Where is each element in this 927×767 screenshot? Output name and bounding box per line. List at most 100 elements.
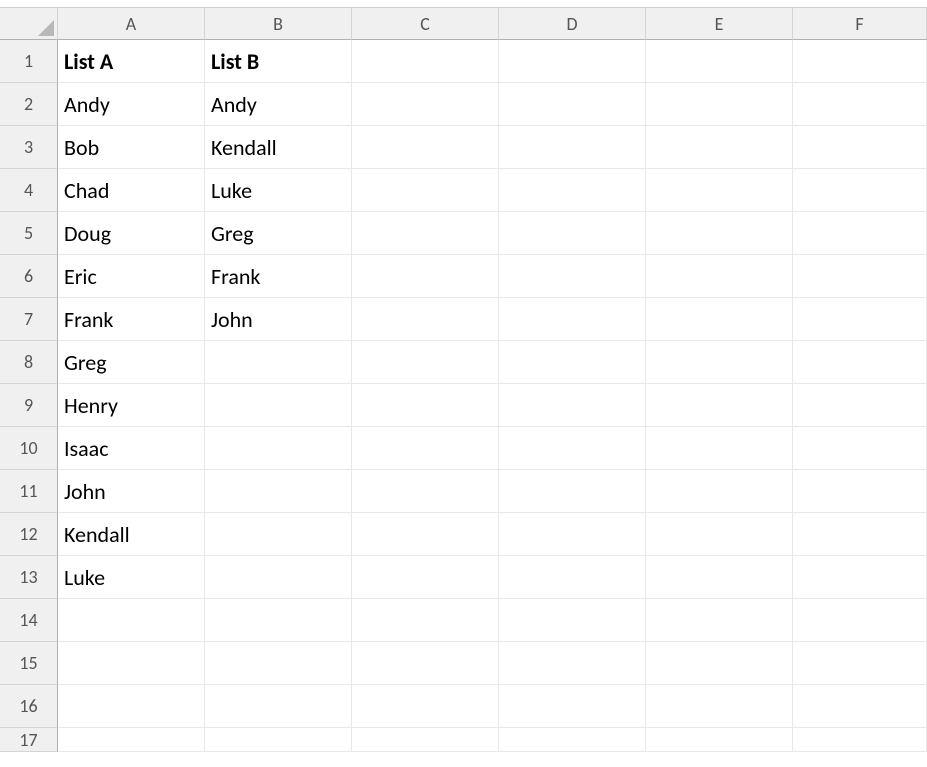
cell-a16[interactable] (58, 685, 205, 728)
cell-e8[interactable] (646, 341, 793, 384)
cell-a15[interactable] (58, 642, 205, 685)
cell-f1[interactable] (793, 40, 927, 83)
cell-c5[interactable] (352, 212, 499, 255)
cell-f8[interactable] (793, 341, 927, 384)
row-header-4[interactable]: 4 (0, 169, 58, 212)
cell-e14[interactable] (646, 599, 793, 642)
cell-f4[interactable] (793, 169, 927, 212)
cell-e4[interactable] (646, 169, 793, 212)
row-header-16[interactable]: 16 (0, 685, 58, 728)
cell-f11[interactable] (793, 470, 927, 513)
cell-b14[interactable] (205, 599, 352, 642)
row-header-10[interactable]: 10 (0, 427, 58, 470)
row-header-9[interactable]: 9 (0, 384, 58, 427)
cell-d11[interactable] (499, 470, 646, 513)
cell-c2[interactable] (352, 83, 499, 126)
cell-e13[interactable] (646, 556, 793, 599)
cell-a12[interactable]: Kendall (58, 513, 205, 556)
cell-b13[interactable] (205, 556, 352, 599)
cell-e12[interactable] (646, 513, 793, 556)
cell-e6[interactable] (646, 255, 793, 298)
column-header-d[interactable]: D (499, 8, 646, 40)
cell-b16[interactable] (205, 685, 352, 728)
row-header-17[interactable]: 17 (0, 728, 58, 752)
cell-d14[interactable] (499, 599, 646, 642)
cell-e11[interactable] (646, 470, 793, 513)
cell-d17[interactable] (499, 728, 646, 752)
cell-f13[interactable] (793, 556, 927, 599)
cell-e7[interactable] (646, 298, 793, 341)
cell-e17[interactable] (646, 728, 793, 752)
cell-d6[interactable] (499, 255, 646, 298)
cell-e16[interactable] (646, 685, 793, 728)
cell-d12[interactable] (499, 513, 646, 556)
cell-d5[interactable] (499, 212, 646, 255)
cell-f2[interactable] (793, 83, 927, 126)
row-header-2[interactable]: 2 (0, 83, 58, 126)
cell-a8[interactable]: Greg (58, 341, 205, 384)
column-header-c[interactable]: C (352, 8, 499, 40)
row-header-13[interactable]: 13 (0, 556, 58, 599)
cell-b12[interactable] (205, 513, 352, 556)
cell-f7[interactable] (793, 298, 927, 341)
cell-e1[interactable] (646, 40, 793, 83)
cell-d13[interactable] (499, 556, 646, 599)
cell-d4[interactable] (499, 169, 646, 212)
row-header-5[interactable]: 5 (0, 212, 58, 255)
cell-a17[interactable] (58, 728, 205, 752)
cell-c6[interactable] (352, 255, 499, 298)
cell-b6[interactable]: Frank (205, 255, 352, 298)
row-header-12[interactable]: 12 (0, 513, 58, 556)
cell-d16[interactable] (499, 685, 646, 728)
cell-b5[interactable]: Greg (205, 212, 352, 255)
row-header-15[interactable]: 15 (0, 642, 58, 685)
cell-c7[interactable] (352, 298, 499, 341)
row-header-14[interactable]: 14 (0, 599, 58, 642)
cell-f10[interactable] (793, 427, 927, 470)
cell-d7[interactable] (499, 298, 646, 341)
cell-f16[interactable] (793, 685, 927, 728)
cell-f14[interactable] (793, 599, 927, 642)
cell-b17[interactable] (205, 728, 352, 752)
cell-a4[interactable]: Chad (58, 169, 205, 212)
column-header-a[interactable]: A (58, 8, 205, 40)
cell-d10[interactable] (499, 427, 646, 470)
select-all-corner[interactable] (0, 8, 58, 40)
cell-d15[interactable] (499, 642, 646, 685)
cell-e10[interactable] (646, 427, 793, 470)
cell-c3[interactable] (352, 126, 499, 169)
cell-a14[interactable] (58, 599, 205, 642)
cell-a10[interactable]: Isaac (58, 427, 205, 470)
cell-f15[interactable] (793, 642, 927, 685)
cell-d3[interactable] (499, 126, 646, 169)
row-header-11[interactable]: 11 (0, 470, 58, 513)
cell-d1[interactable] (499, 40, 646, 83)
column-header-e[interactable]: E (646, 8, 793, 40)
cell-d2[interactable] (499, 83, 646, 126)
cell-a6[interactable]: Eric (58, 255, 205, 298)
cell-a11[interactable]: John (58, 470, 205, 513)
row-header-7[interactable]: 7 (0, 298, 58, 341)
cell-e3[interactable] (646, 126, 793, 169)
cell-c11[interactable] (352, 470, 499, 513)
row-header-3[interactable]: 3 (0, 126, 58, 169)
cell-a5[interactable]: Doug (58, 212, 205, 255)
cell-f17[interactable] (793, 728, 927, 752)
cell-f5[interactable] (793, 212, 927, 255)
cell-c14[interactable] (352, 599, 499, 642)
cell-b7[interactable]: John (205, 298, 352, 341)
cell-d9[interactable] (499, 384, 646, 427)
row-header-1[interactable]: 1 (0, 40, 58, 83)
cell-a9[interactable]: Henry (58, 384, 205, 427)
cell-b8[interactable] (205, 341, 352, 384)
cell-d8[interactable] (499, 341, 646, 384)
column-header-f[interactable]: F (793, 8, 927, 40)
cell-f3[interactable] (793, 126, 927, 169)
cell-c17[interactable] (352, 728, 499, 752)
cell-b3[interactable]: Kendall (205, 126, 352, 169)
cell-b11[interactable] (205, 470, 352, 513)
cell-c16[interactable] (352, 685, 499, 728)
cell-c15[interactable] (352, 642, 499, 685)
cell-b10[interactable] (205, 427, 352, 470)
cell-f12[interactable] (793, 513, 927, 556)
